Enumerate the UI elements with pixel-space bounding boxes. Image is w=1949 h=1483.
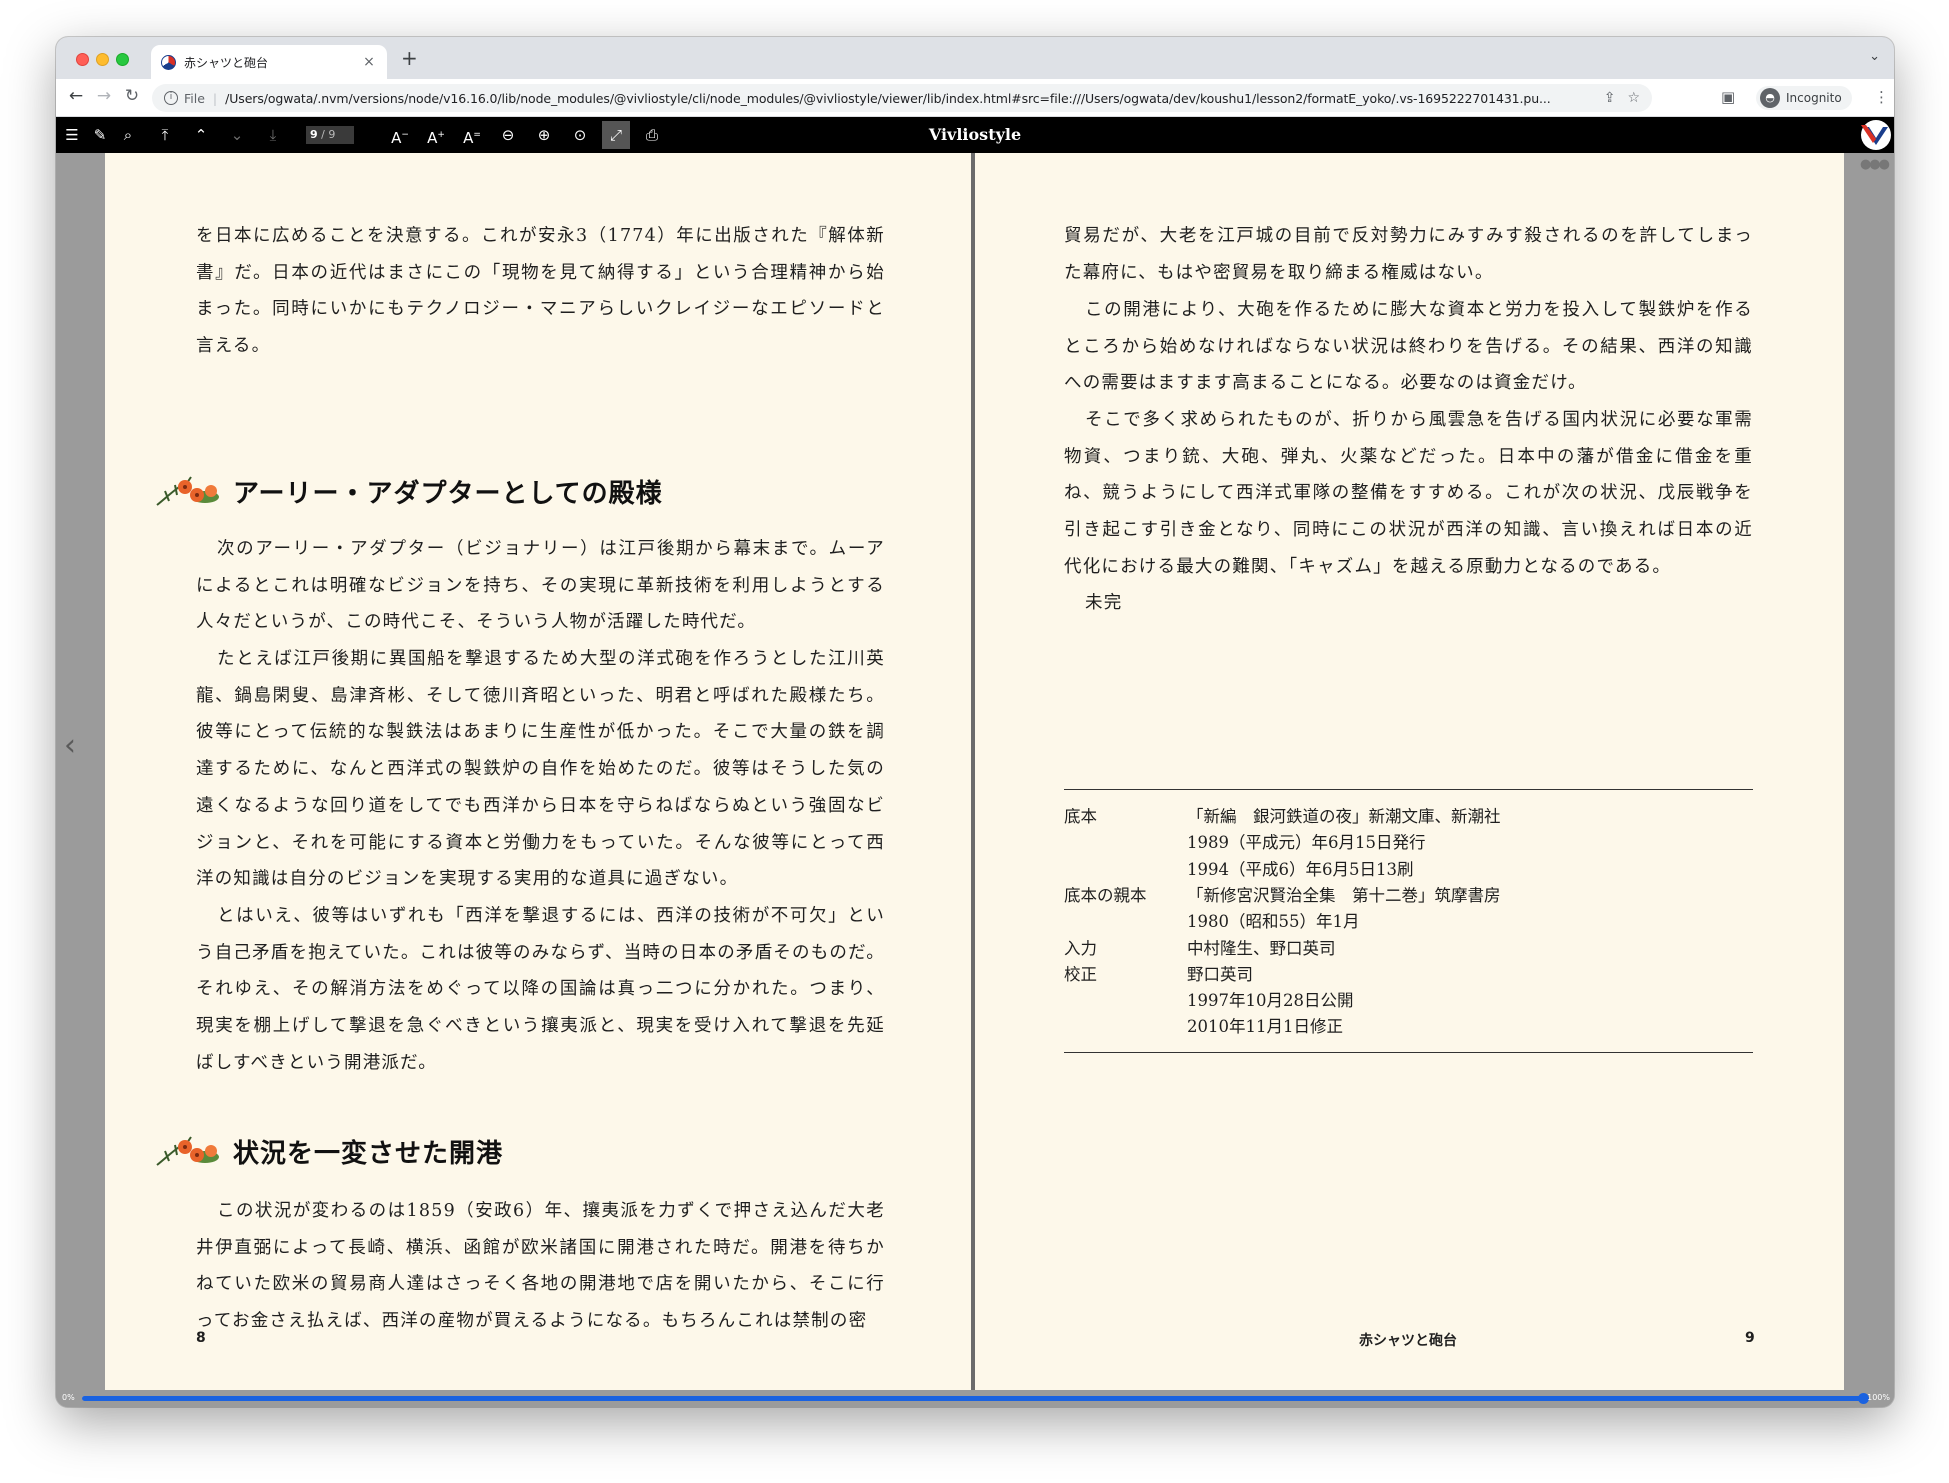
zoom-in-icon[interactable]: ⊕ [530, 121, 558, 149]
section-heading-2-text: 状況を一変させた開港 [233, 1138, 504, 1169]
flower-ornament-icon [156, 476, 219, 506]
tab-search-chevron-icon[interactable]: ⌄ [1869, 49, 1880, 64]
colophon-value: 1997年10月28日公開 [1187, 991, 1354, 1011]
font-size-increase-icon[interactable]: A+ [422, 121, 450, 149]
incognito-label: Incognito [1786, 91, 1842, 105]
browser-menu-icon[interactable]: ⋮ [1874, 88, 1889, 106]
font-size-decrease-icon[interactable]: A− [386, 121, 414, 149]
progress-end-label: 100% [1867, 1393, 1890, 1402]
colophon-row: 底本の親本 「新修宮沢賢治全集 第十二巻」筑摩書房 [1064, 883, 1753, 909]
side-panel-icon[interactable]: ▣ [1721, 88, 1735, 106]
left-paragraph-2: 次のアーリー・アダプター（ビジョナリー）は江戸後期から幕末まで。ムーアによるとこ… [196, 539, 885, 633]
progress-fill [82, 1396, 1863, 1401]
last-page-icon[interactable]: ⤓ [259, 121, 287, 149]
colophon-value: 「新修宮沢賢治全集 第十二巻」筑摩書房 [1187, 885, 1501, 905]
page-number-input[interactable]: 9 / 9 [306, 126, 354, 144]
url-scheme: File [184, 90, 205, 106]
first-page-icon[interactable]: ⤒ [151, 121, 179, 149]
colophon-row: 1980（昭和55）年1月 [1064, 909, 1753, 935]
colophon-value: 野口英司 [1187, 964, 1253, 984]
search-icon[interactable]: ⌕ [114, 121, 142, 149]
page-right: 貿易だが、大老を江戸城の目前で反対勢力にみすみす殺されるのを許してしまった幕府に… [975, 153, 1844, 1390]
minimize-window-button[interactable] [96, 53, 109, 66]
right-paragraph-3: そこで多く求められたものが、折りから風雲急を告げる国内状況に必要な軍需物資、つま… [1064, 410, 1753, 577]
share-icon[interactable]: ⇪ [1604, 90, 1616, 106]
colophon-value: 「新編 銀河鉄道の夜」新潮文庫、新潮社 [1187, 807, 1501, 826]
url-text[interactable]: /Users/ogwata/.nvm/versions/node/v16.16.… [225, 91, 1592, 106]
progress-track[interactable] [82, 1393, 1869, 1404]
font-size-reset-icon[interactable]: A= [458, 121, 486, 149]
url-separator: | [212, 90, 218, 106]
flower-ornament-icon [156, 1136, 219, 1166]
viewer-toolbar: ☰ ✎ ⌕ ⤒ ⌃ ⌄ ⤓ 9 / 9 A− A+ A= ⊖ ⊕ ⊙ ⤢ ⎙ V… [56, 117, 1894, 153]
section-heading-1: アーリー・アダプターとしての殿様 [155, 471, 663, 511]
colophon-row: 底本 「新編 銀河鉄道の夜」新潮文庫、新潮社 [1064, 804, 1753, 830]
reading-progress-bar: 0% 100% [56, 1390, 1894, 1407]
colophon-row: 1997年10月28日公開 [1064, 988, 1753, 1014]
colophon-label: 底本の親本 [1064, 885, 1147, 905]
colophon-row: 入力 中村隆生、野口英司 [1064, 936, 1753, 962]
page-number-left: 8 [196, 1330, 206, 1346]
tab-close-icon[interactable]: × [361, 54, 377, 70]
tab-strip: 赤シャツと砲台 × + ⌄ [56, 37, 1894, 79]
left-paragraph-3: たとえば江戸後期に異国船を撃退するため大型の洋式砲を作ろうとした江川英龍、鍋島閑… [196, 649, 885, 890]
new-tab-button[interactable]: + [401, 46, 418, 70]
colophon-row: 2010年11月1日修正 [1064, 1014, 1753, 1040]
colophon-value: 1989（平成元）年6月15日発行 [1187, 833, 1426, 853]
section-heading-1-text: アーリー・アダプターとしての殿様 [233, 478, 663, 509]
previous-spread-chevron-icon[interactable]: ‹ [64, 728, 76, 763]
page-number-right: 9 [1745, 1330, 1755, 1346]
marker-pen-icon[interactable]: ✎ [86, 121, 114, 149]
tab-title: 赤シャツと砲台 [184, 55, 269, 70]
colophon-label: 校正 [1064, 964, 1097, 984]
page-current: 9 [310, 128, 318, 141]
more-options-dots-icon[interactable]: ●●● [1860, 157, 1890, 172]
progress-start-label: 0% [62, 1393, 75, 1402]
colophon-row: 1994（平成6）年6月5日13刷 [1064, 857, 1753, 883]
zoom-actual-size-icon[interactable]: ⊙ [566, 121, 594, 149]
colophon-value: 2010年11月1日修正 [1187, 1017, 1343, 1037]
page-left: を日本に広めることを決意する。これが安永3（1774）年に出版された『解体新書』… [105, 153, 971, 1390]
incognito-icon: ◓ [1760, 88, 1780, 108]
address-bar-row: ← → ↻ i File | /Users/ogwata/.nvm/versio… [56, 79, 1894, 117]
right-paragraph-2: この開港により、大砲を作るために膨大な資本と労力を投入して製鉄炉を作るところから… [1064, 300, 1753, 394]
right-paragraph-4: 未完 [1085, 593, 1123, 613]
maximize-window-button[interactable] [116, 53, 129, 66]
viewer-content: ‹ を日本に広めることを決意する。これが安永3（1774）年に出版された『解体新… [56, 153, 1894, 1390]
vivliostyle-favicon-icon [161, 54, 176, 70]
zoom-out-icon[interactable]: ⊖ [494, 121, 522, 149]
fit-to-screen-icon[interactable]: ⤢ [602, 121, 630, 149]
colophon-row: 1989（平成元）年6月15日発行 [1064, 830, 1753, 856]
table-of-contents-icon[interactable]: ☰ [58, 121, 86, 149]
tab-active[interactable]: 赤シャツと砲台 × [151, 45, 387, 79]
next-page-icon[interactable]: ⌄ [223, 121, 251, 149]
omnibox[interactable]: i File | /Users/ogwata/.nvm/versions/nod… [152, 84, 1652, 112]
site-info-icon[interactable]: i [164, 91, 178, 105]
forward-button[interactable]: → [92, 86, 116, 106]
section-heading-2: 状況を一変させた開港 [155, 1131, 503, 1171]
colophon-row: 校正 野口英司 [1064, 962, 1753, 988]
vivliostyle-logo-icon[interactable] [1858, 117, 1894, 153]
print-icon[interactable]: ⎙ [638, 121, 666, 149]
colophon-top-rule [1064, 789, 1753, 790]
colophon-value: 中村隆生、野口英司 [1187, 938, 1336, 958]
incognito-profile-button[interactable]: ◓ Incognito [1756, 86, 1852, 110]
browser-window: 赤シャツと砲台 × + ⌄ ← → ↻ i File | /Users/ogwa… [56, 37, 1894, 1407]
colophon-value: 1980（昭和55）年1月 [1187, 912, 1360, 932]
colophon-bottom-rule [1064, 1052, 1753, 1053]
running-head: 赤シャツと砲台 [1359, 1333, 1457, 1349]
close-window-button[interactable] [76, 53, 89, 66]
left-paragraph-5: この状況が変わるのは1859（安政6）年、攘夷派を力ずくで押さえ込んだ大老井伊直… [196, 1201, 885, 1332]
previous-page-icon[interactable]: ⌃ [187, 121, 215, 149]
left-paragraph-4: とはいえ、彼等はいずれも「西洋を撃退するには、西洋の技術が不可欠」という自己矛盾… [196, 906, 885, 1073]
colophon-label: 入力 [1064, 938, 1097, 958]
left-paragraph-1: を日本に広めることを決意する。これが安永3（1774）年に出版された『解体新書』… [196, 226, 885, 357]
back-button[interactable]: ← [64, 86, 88, 106]
colophon-label: 底本 [1064, 807, 1097, 826]
page-total: / 9 [321, 128, 336, 141]
colophon-value: 1994（平成6）年6月5日13刷 [1187, 859, 1414, 879]
reload-button[interactable]: ↻ [120, 86, 144, 106]
bookmark-star-icon[interactable]: ☆ [1627, 90, 1640, 106]
right-paragraph-1: 貿易だが、大老を江戸城の目前で反対勢力にみすみす殺されるのを許してしまった幕府に… [1064, 226, 1753, 283]
